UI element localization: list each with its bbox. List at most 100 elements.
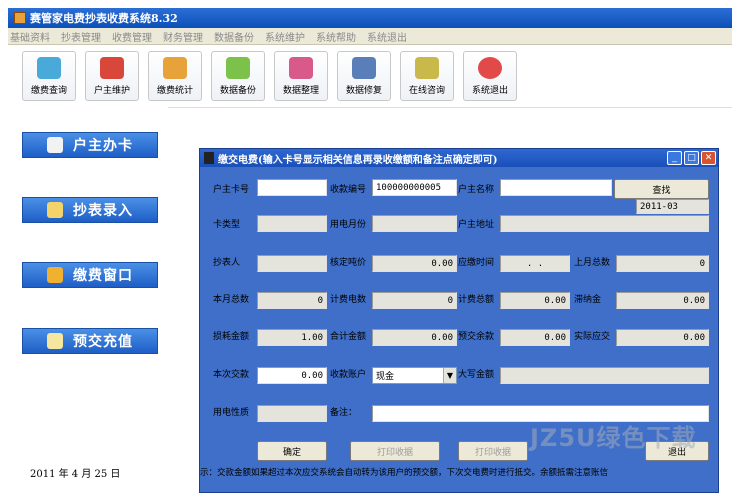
toolbar-label: 数据整理 <box>282 86 319 96</box>
print-receipt-button-2[interactable]: 打印收据 <box>458 441 528 461</box>
label-actual-due: 实际应交 <box>574 332 611 342</box>
pay-amount-input[interactable]: 0.00 <box>257 367 327 384</box>
receipt-no-field[interactable]: 100000000005 <box>372 179 457 196</box>
sidebar-button-owner-card[interactable]: 户主办卡 <box>22 132 158 158</box>
sidebar-button-meter-entry[interactable]: 抄表录入 <box>22 197 158 223</box>
label-usage-type: 用电性质 <box>213 408 250 418</box>
minimize-icon[interactable]: _ <box>667 151 682 165</box>
label-card-no: 户主卡号 <box>213 185 250 195</box>
side-panel <box>8 107 168 493</box>
label-this-month-total: 本月总数 <box>213 295 250 305</box>
coins-icon <box>47 267 63 283</box>
due-time-field: . . <box>500 255 570 272</box>
owner-name-input[interactable] <box>500 179 612 196</box>
late-fee-field: 0.00 <box>616 292 709 309</box>
label-late-fee: 滞纳金 <box>574 295 602 305</box>
label-loss-amount: 损耗金额 <box>213 332 250 342</box>
window-buttons: _ □ ✕ <box>665 151 716 165</box>
backup-icon <box>226 57 250 79</box>
sidebar-button-label: 预交充值 <box>73 334 133 350</box>
ok-button[interactable]: 确定 <box>257 441 327 461</box>
toolbar-button-data-repair[interactable]: 数据修复 <box>337 51 391 101</box>
label-unit-price: 核定吨价 <box>330 258 367 268</box>
label-last-month-total: 上月总数 <box>574 258 611 268</box>
sidebar-button-label: 户主办卡 <box>73 138 133 154</box>
toolbar-button-data-backup[interactable]: 数据备份 <box>211 51 265 101</box>
toolbar-button-online-consult[interactable]: 在线咨询 <box>400 51 454 101</box>
billed-total-field: 0.00 <box>500 292 570 309</box>
app-icon <box>14 12 26 24</box>
menu-item-backup[interactable]: 数据备份 <box>214 29 254 44</box>
toolbar-label: 数据备份 <box>219 86 256 96</box>
label-due-time: 应缴时间 <box>458 258 495 268</box>
label-receipt-no: 收款编号 <box>330 185 367 195</box>
label-usage-month: 用电月份 <box>330 220 367 230</box>
sidebar-button-label: 缴费窗口 <box>73 268 133 284</box>
label-sum-amount: 合计金额 <box>330 332 367 342</box>
prepaid-balance-field: 0.00 <box>500 329 570 346</box>
toolbar-label: 数据修复 <box>345 86 382 96</box>
window-title: 赛管家电费抄表收费系统8.32 <box>30 12 178 25</box>
dialog-title: 缴交电费(输入卡号显示相关信息再录收缴额和备注点确定即可) <box>218 154 498 166</box>
label-card-type: 卡类型 <box>213 220 241 230</box>
menu-item-maintain[interactable]: 系统维护 <box>265 29 305 44</box>
amount-words-field <box>500 367 709 384</box>
last-month-total-field: 0 <box>616 255 709 272</box>
label-pay-account: 收款账户 <box>330 370 367 380</box>
label-amount-words: 大写金额 <box>458 370 495 380</box>
menu-item-help[interactable]: 系统帮助 <box>316 29 356 44</box>
sidebar-button-label: 抄表录入 <box>73 203 133 219</box>
toolbar-button-owner-maintain[interactable]: 户主维护 <box>85 51 139 101</box>
toolbar-button-data-organize[interactable]: 数据整理 <box>274 51 328 101</box>
sidebar-button-payment-window[interactable]: 缴费窗口 <box>22 262 158 288</box>
toolbar-button-system-exit[interactable]: 系统退出 <box>463 51 517 101</box>
toolbar: 缴费查询 户主维护 缴费统计 数据备份 数据整理 数据修复 在线咨询 系统退出 <box>8 45 732 107</box>
maximize-icon[interactable]: □ <box>684 151 699 165</box>
exit-icon <box>478 57 502 79</box>
unit-price-field: 0.00 <box>372 255 457 272</box>
consult-icon <box>415 57 439 79</box>
hint-text: 示：交款金额如果超过本次应交系统会自动转为该用户的预交额，下次交电费时进行抵交。… <box>200 468 609 478</box>
card-no-input[interactable] <box>257 179 327 196</box>
this-month-total-field: 0 <box>257 292 327 309</box>
person-card-icon <box>47 137 63 153</box>
owner-address-field <box>500 215 709 232</box>
print-receipt-button[interactable]: 打印收据 <box>350 441 440 461</box>
menu-item-charge[interactable]: 收费管理 <box>112 29 152 44</box>
label-remark: 备注： <box>330 408 358 418</box>
find-button[interactable]: 查找 <box>614 179 709 199</box>
toolbar-label: 缴费统计 <box>156 86 193 96</box>
label-pay-amount: 本次交款 <box>213 370 250 380</box>
watermark: JZ5U绿色下载 <box>530 424 697 452</box>
loss-amount-field: 1.00 <box>257 329 327 346</box>
card-type-field <box>257 215 327 232</box>
label-billed-kwh: 计费电数 <box>330 295 367 305</box>
toolbar-label: 系统退出 <box>471 86 508 96</box>
chevron-down-icon[interactable]: ▼ <box>443 368 456 383</box>
billed-kwh-field: 0 <box>372 292 457 309</box>
toolbar-button-payment-query[interactable]: 缴费查询 <box>22 51 76 101</box>
menu-item-reading[interactable]: 抄表管理 <box>61 29 101 44</box>
menu-bar: 基础资料 抄表管理 收费管理 财务管理 数据备份 系统维护 系统帮助 系统退出 <box>8 28 732 45</box>
month-value-field: 2011-03 <box>636 199 709 214</box>
toolbar-label: 在线咨询 <box>408 86 445 96</box>
label-owner-name: 户主名称 <box>458 185 495 195</box>
organize-icon <box>289 57 313 79</box>
dialog-icon <box>204 152 214 164</box>
reader-field <box>257 255 327 272</box>
menu-item-exit[interactable]: 系统退出 <box>367 29 407 44</box>
label-reader: 抄表人 <box>213 258 241 268</box>
pay-account-select[interactable]: 现金 ▼ <box>372 367 457 384</box>
date-label: 2011 年 4 月 25 日 <box>30 469 121 480</box>
menu-item-basic[interactable]: 基础资料 <box>10 29 50 44</box>
toolbar-button-payment-stats[interactable]: 缴费统计 <box>148 51 202 101</box>
dialog-title-bar: 缴交电费(输入卡号显示相关信息再录收缴额和备注点确定即可) _ □ ✕ <box>200 149 718 167</box>
pen-icon <box>47 333 63 349</box>
close-icon[interactable]: ✕ <box>701 151 716 165</box>
toolbar-label: 缴费查询 <box>30 86 67 96</box>
sidebar-button-prepay[interactable]: 预交充值 <box>22 328 158 354</box>
menu-item-finance[interactable]: 财务管理 <box>163 29 203 44</box>
title-bar: 赛管家电费抄表收费系统8.32 <box>8 8 732 28</box>
repair-icon <box>352 57 376 79</box>
sum-amount-field: 0.00 <box>372 329 457 346</box>
